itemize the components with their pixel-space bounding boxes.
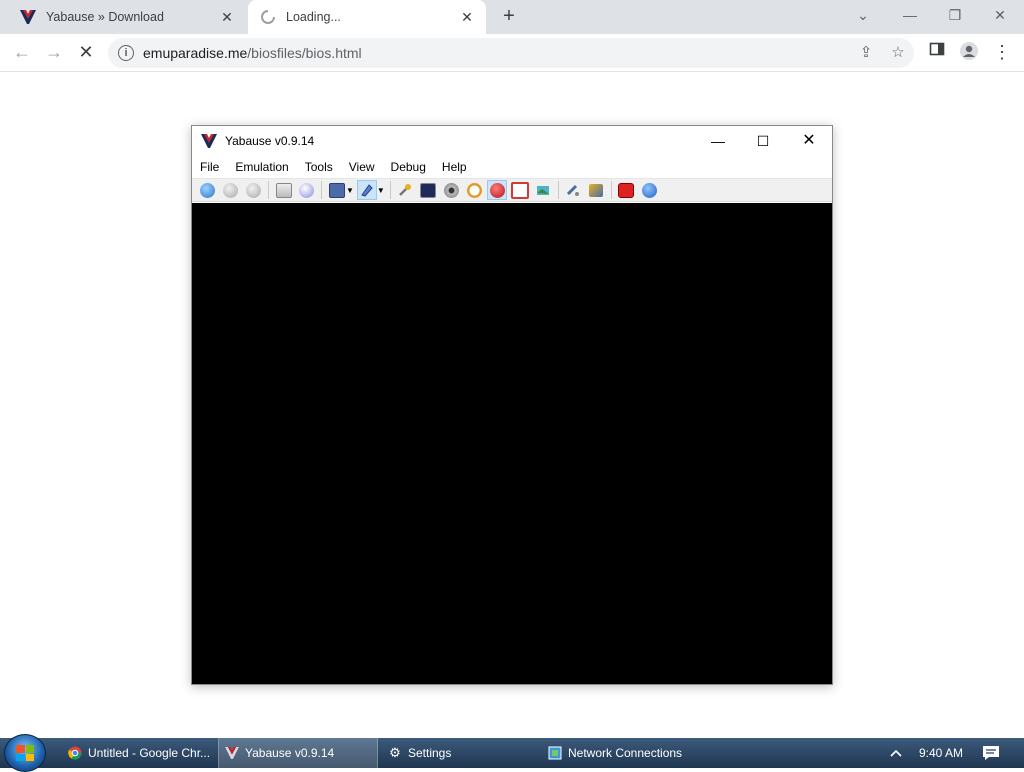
minimize-icon[interactable]: — xyxy=(896,6,924,26)
run-icon[interactable] xyxy=(199,181,217,199)
open-cd-icon[interactable] xyxy=(298,181,316,199)
tab-title: Loading... xyxy=(286,10,341,24)
gear-icon: ⚙ xyxy=(389,745,401,760)
about-info-icon[interactable] xyxy=(640,181,658,199)
stop-loading-icon[interactable]: ✕ xyxy=(74,41,98,65)
forward-arrow-icon[interactable]: → xyxy=(42,41,66,65)
loading-spinner-icon xyxy=(261,10,275,24)
side-panel-icon[interactable] xyxy=(925,41,949,65)
yabause-toolbar: ▼ ▼ xyxy=(192,178,832,202)
close-tab-icon[interactable]: ✕ xyxy=(456,9,478,26)
restore-icon[interactable]: ❐ xyxy=(941,6,969,26)
address-bar[interactable]: i emuparadise.me/biosfiles/bios.html ⇪ ☆ xyxy=(108,38,914,68)
transfer-icon[interactable] xyxy=(564,181,582,199)
frame-skip-clock-icon[interactable] xyxy=(465,181,483,199)
taskbar-item-chrome[interactable]: Untitled - Google Chr... xyxy=(62,738,216,768)
close-tab-icon[interactable]: ✕ xyxy=(216,9,238,26)
toolbar-separator xyxy=(321,181,322,199)
chevron-down-icon[interactable]: ▼ xyxy=(346,186,354,195)
toolbar-separator xyxy=(557,181,559,199)
toolbar-separator xyxy=(268,181,269,199)
pause-icon[interactable] xyxy=(222,181,240,199)
bookmark-star-icon[interactable]: ☆ xyxy=(888,44,908,62)
window-title: Yabause v0.9.14 xyxy=(225,134,315,148)
chevron-down-icon[interactable]: ▼ xyxy=(377,186,385,195)
clock[interactable]: 9:40 AM xyxy=(919,738,963,768)
taskbar-item-label: Settings xyxy=(408,746,452,760)
tab-title: Yabause » Download xyxy=(46,10,164,24)
fullscreen-icon[interactable] xyxy=(511,181,530,199)
menu-help[interactable]: Help xyxy=(434,160,475,174)
menu-view[interactable]: View xyxy=(341,160,383,174)
screenshot-icon[interactable] xyxy=(534,181,552,199)
yabause-logo-icon xyxy=(225,746,239,760)
windows-logo-icon xyxy=(16,745,34,761)
menu-emulation[interactable]: Emulation xyxy=(227,160,296,174)
load-state-icon[interactable] xyxy=(357,180,378,200)
browser-tab-loading[interactable]: Loading... ✕ xyxy=(248,0,486,34)
start-button[interactable] xyxy=(4,734,46,772)
memory-card-icon[interactable] xyxy=(587,181,605,199)
close-window-icon[interactable]: ✕ xyxy=(786,128,832,154)
display-monitor-icon[interactable] xyxy=(419,181,437,199)
url-text[interactable]: emuparadise.me/biosfiles/bios.html xyxy=(143,45,362,61)
yabause-titlebar[interactable]: Yabause v0.9.14 — ☐ ✕ xyxy=(192,126,832,156)
menu-debug[interactable]: Debug xyxy=(383,160,434,174)
network-icon xyxy=(548,746,562,760)
taskbar-item-network[interactable]: Network Connections xyxy=(542,738,712,768)
yabause-logo-icon xyxy=(201,134,217,148)
yabause-menubar: File Emulation Tools View Debug Help xyxy=(192,156,832,178)
taskbar-item-label: Network Connections xyxy=(568,746,683,760)
profile-avatar-icon[interactable] xyxy=(957,41,981,65)
reset-icon[interactable] xyxy=(245,181,263,199)
save-state-icon[interactable] xyxy=(328,181,346,199)
settings-wrench-icon[interactable] xyxy=(396,181,414,199)
maximize-icon[interactable]: ☐ xyxy=(740,128,786,154)
tab-search-chevron-icon[interactable]: ⌄ xyxy=(849,6,877,26)
browser-tab-yabause[interactable]: Yabause » Download ✕ xyxy=(8,0,246,34)
taskbar-item-label: Untitled - Google Chr... xyxy=(88,746,211,760)
toolbar-separator xyxy=(610,181,612,199)
cheats-icon[interactable] xyxy=(487,180,508,200)
browser-toolbar: ← → ✕ i emuparadise.me/biosfiles/bios.ht… xyxy=(0,34,1024,72)
menu-tools[interactable]: Tools xyxy=(297,160,341,174)
menu-file[interactable]: File xyxy=(192,160,227,174)
more-menu-icon[interactable]: ⋮ xyxy=(990,41,1014,65)
share-icon[interactable]: ⇪ xyxy=(856,44,876,62)
quit-power-icon[interactable] xyxy=(617,181,635,199)
taskbar: Untitled - Google Chr... Yabause v0.9.14… xyxy=(0,734,1024,772)
notifications-icon[interactable] xyxy=(982,738,1000,768)
yabause-window: Yabause v0.9.14 — ☐ ✕ File Emulation Too… xyxy=(191,125,833,685)
back-arrow-icon[interactable]: ← xyxy=(10,41,34,65)
chrome-icon xyxy=(68,746,82,760)
browser-tabstrip: Yabause » Download ✕ Loading... ✕ + ⌄ — … xyxy=(0,0,1024,34)
taskbar-item-yabause[interactable]: Yabause v0.9.14 xyxy=(218,738,378,768)
taskbar-item-label: Yabause v0.9.14 xyxy=(245,746,335,760)
open-iso-icon[interactable] xyxy=(275,181,293,199)
taskbar-item-settings[interactable]: ⚙ Settings xyxy=(382,738,542,768)
show-hidden-icons-chevron-up-icon[interactable] xyxy=(889,738,903,768)
site-info-icon[interactable]: i xyxy=(118,45,134,61)
minimize-icon[interactable]: — xyxy=(695,128,741,154)
close-window-icon[interactable]: ✕ xyxy=(986,6,1014,26)
yabause-logo-icon xyxy=(20,10,36,24)
emulator-screen[interactable] xyxy=(192,203,832,684)
new-tab-button[interactable]: + xyxy=(497,6,521,28)
sound-icon[interactable] xyxy=(442,181,460,199)
toolbar-separator xyxy=(389,181,391,199)
